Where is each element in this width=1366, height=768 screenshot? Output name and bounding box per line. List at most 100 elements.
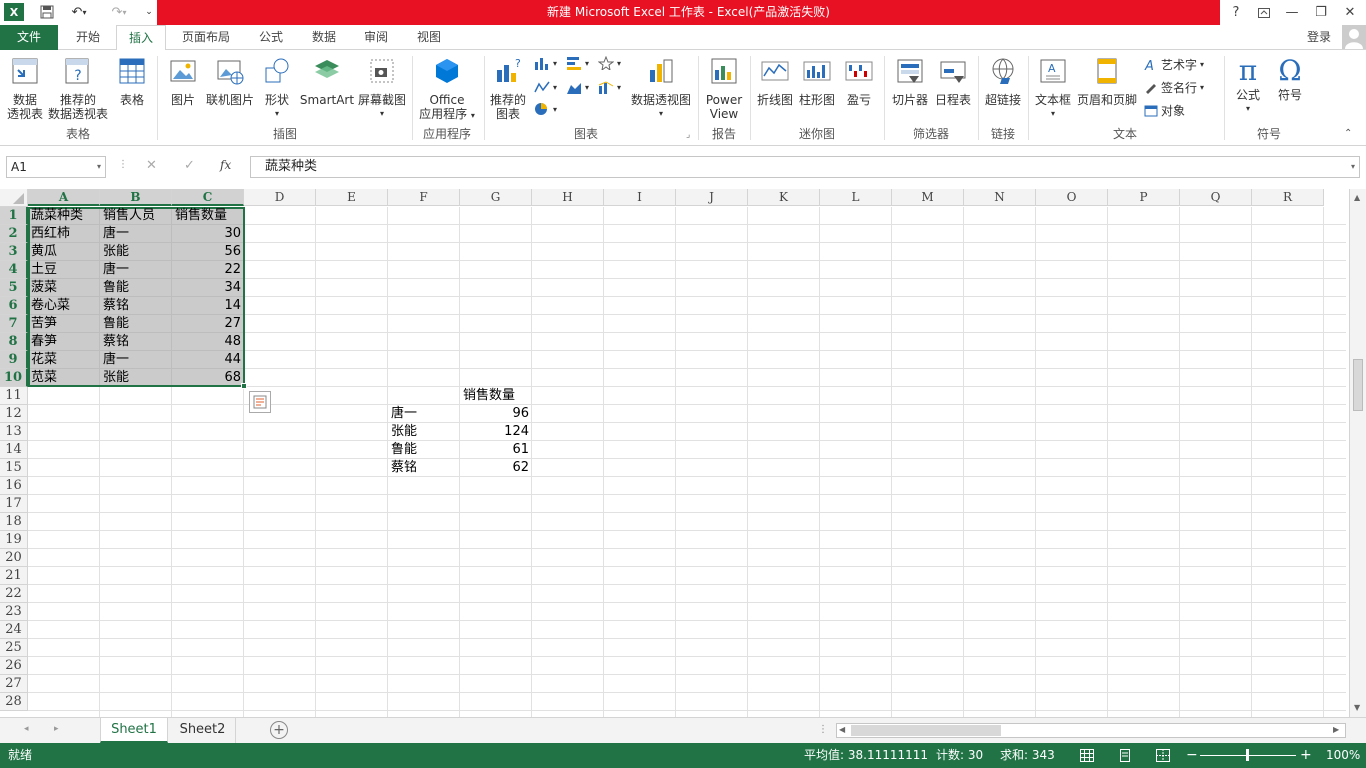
table-button[interactable]: 表格 xyxy=(112,56,152,107)
row-header-14[interactable]: 14 xyxy=(0,441,28,459)
shapes-button[interactable]: 形状 ▾ xyxy=(258,56,296,121)
column-header-e[interactable]: E xyxy=(316,189,388,206)
pivot-table-button[interactable]: 数据 透视表 xyxy=(4,56,46,121)
table-cell[interactable]: 蔡铭 xyxy=(100,297,172,315)
zoom-out-icon[interactable]: − xyxy=(1186,743,1198,768)
online-picture-button[interactable]: 联机图片 xyxy=(204,56,256,107)
row-header-19[interactable]: 19 xyxy=(0,531,28,549)
equation-button[interactable]: π 公式 ▾ xyxy=(1228,54,1268,116)
scroll-right-icon[interactable]: ▶ xyxy=(1333,725,1339,734)
summary-name-cell[interactable]: 张能 xyxy=(388,423,460,441)
tab-data[interactable]: 数据 xyxy=(300,25,348,50)
pie-chart-button[interactable]: ▾ xyxy=(534,102,557,116)
table-cell[interactable]: 蔡铭 xyxy=(100,333,172,351)
select-all-corner[interactable] xyxy=(0,189,28,207)
row-header-22[interactable]: 22 xyxy=(0,585,28,603)
column-header-p[interactable]: P xyxy=(1108,189,1180,206)
close-icon[interactable]: ✕ xyxy=(1336,0,1364,25)
row-header-11[interactable]: 11 xyxy=(0,387,28,405)
row-header-1[interactable]: 1 xyxy=(0,207,28,225)
table-cell[interactable]: 春笋 xyxy=(28,333,100,351)
table-cell[interactable]: 唐一 xyxy=(100,225,172,243)
timeline-button[interactable]: 日程表 xyxy=(932,56,974,107)
row-header-7[interactable]: 7 xyxy=(0,315,28,333)
collapse-ribbon-icon[interactable]: ⌃ xyxy=(1344,128,1352,139)
enter-icon[interactable]: ✓ xyxy=(184,158,195,173)
table-cell[interactable]: 唐一 xyxy=(100,261,172,279)
table-cell[interactable]: 30 xyxy=(172,225,244,243)
bar-chart-button[interactable]: ▾ xyxy=(566,56,589,70)
table-cell[interactable]: 张能 xyxy=(100,369,172,387)
vertical-scroll-thumb[interactable] xyxy=(1353,359,1363,411)
table-cell[interactable]: 22 xyxy=(172,261,244,279)
summary-value-cell[interactable]: 96 xyxy=(460,405,532,423)
table-cell[interactable]: 44 xyxy=(172,351,244,369)
sparkline-column-button[interactable]: 柱形图 xyxy=(796,56,838,107)
wordart-button[interactable]: A 艺术字 ▾ xyxy=(1144,56,1204,73)
fill-handle[interactable] xyxy=(241,383,247,389)
row-header-17[interactable]: 17 xyxy=(0,495,28,513)
table-cell[interactable]: 菠菜 xyxy=(28,279,100,297)
summary-value-cell[interactable]: 124 xyxy=(460,423,532,441)
column-header-k[interactable]: K xyxy=(748,189,820,206)
signature-line-button[interactable]: 签名行 ▾ xyxy=(1144,79,1204,96)
area-chart-button[interactable]: ▾ xyxy=(566,80,589,94)
header-footer-button[interactable]: 页眉和页脚 xyxy=(1074,56,1140,107)
column-header-m[interactable]: M xyxy=(892,189,964,206)
sheet-tab-sheet1[interactable]: Sheet1 xyxy=(100,718,168,743)
table-cell[interactable]: 黄瓜 xyxy=(28,243,100,261)
row-header-24[interactable]: 24 xyxy=(0,621,28,639)
login-link[interactable]: 登录 xyxy=(1300,25,1338,50)
table-cell[interactable]: 张能 xyxy=(100,243,172,261)
table-cell[interactable]: 鲁能 xyxy=(100,315,172,333)
minimize-icon[interactable]: — xyxy=(1278,0,1306,25)
table-cell[interactable]: 土豆 xyxy=(28,261,100,279)
tab-split-grip-icon[interactable]: ⋮ xyxy=(818,724,828,735)
office-apps-button[interactable]: Office 应用程序 ▾ xyxy=(414,56,480,123)
sheet-scroll-right-icon[interactable]: ▸ xyxy=(54,724,59,734)
power-view-button[interactable]: Power View xyxy=(702,56,746,121)
hyperlink-button[interactable]: 超链接 xyxy=(982,56,1024,107)
row-header-8[interactable]: 8 xyxy=(0,333,28,351)
name-box[interactable]: A1 ▾ xyxy=(6,156,106,178)
row-header-20[interactable]: 20 xyxy=(0,549,28,567)
tab-home[interactable]: 开始 xyxy=(62,25,114,50)
customize-quick-access-icon[interactable]: ⌄ xyxy=(143,3,155,21)
restore-icon[interactable]: ❐ xyxy=(1307,0,1335,25)
column-header-l[interactable]: L xyxy=(820,189,892,206)
save-icon[interactable] xyxy=(38,3,56,21)
row-header-28[interactable]: 28 xyxy=(0,693,28,711)
table-cell[interactable]: 卷心菜 xyxy=(28,297,100,315)
row-header-27[interactable]: 27 xyxy=(0,675,28,693)
tab-file[interactable]: 文件 xyxy=(0,25,58,50)
column-header-d[interactable]: D xyxy=(244,189,316,206)
tab-view[interactable]: 视图 xyxy=(404,25,454,50)
column-header-o[interactable]: O xyxy=(1036,189,1108,206)
tab-review[interactable]: 审阅 xyxy=(352,25,400,50)
scroll-down-icon[interactable]: ▼ xyxy=(1354,703,1360,712)
row-header-5[interactable]: 5 xyxy=(0,279,28,297)
zoom-level[interactable]: 100% xyxy=(1326,743,1360,768)
normal-view-icon[interactable] xyxy=(1080,749,1094,762)
combo-chart-button[interactable]: ▾ xyxy=(598,80,621,94)
row-header-16[interactable]: 16 xyxy=(0,477,28,495)
row-header-2[interactable]: 2 xyxy=(0,225,28,243)
column-header-q[interactable]: Q xyxy=(1180,189,1252,206)
zoom-slider-thumb[interactable] xyxy=(1246,749,1249,761)
table-cell[interactable]: 苦笋 xyxy=(28,315,100,333)
quick-analysis-button[interactable] xyxy=(249,391,271,413)
slicer-button[interactable]: 切片器 xyxy=(888,56,932,107)
tab-formulas[interactable]: 公式 xyxy=(246,25,296,50)
column-header-n[interactable]: N xyxy=(964,189,1036,206)
table-cell[interactable]: 唐一 xyxy=(100,351,172,369)
sheet-scroll-left-icon[interactable]: ◂ xyxy=(24,724,29,734)
row-header-4[interactable]: 4 xyxy=(0,261,28,279)
row-header-23[interactable]: 23 xyxy=(0,603,28,621)
table-cell[interactable]: 56 xyxy=(172,243,244,261)
row-header-9[interactable]: 9 xyxy=(0,351,28,369)
smartart-button[interactable]: SmartArt xyxy=(298,56,356,107)
line-chart-button[interactable]: ▾ xyxy=(534,80,557,94)
row-header-26[interactable]: 26 xyxy=(0,657,28,675)
symbol-button[interactable]: Ω 符号 xyxy=(1270,54,1310,102)
row-header-15[interactable]: 15 xyxy=(0,459,28,477)
